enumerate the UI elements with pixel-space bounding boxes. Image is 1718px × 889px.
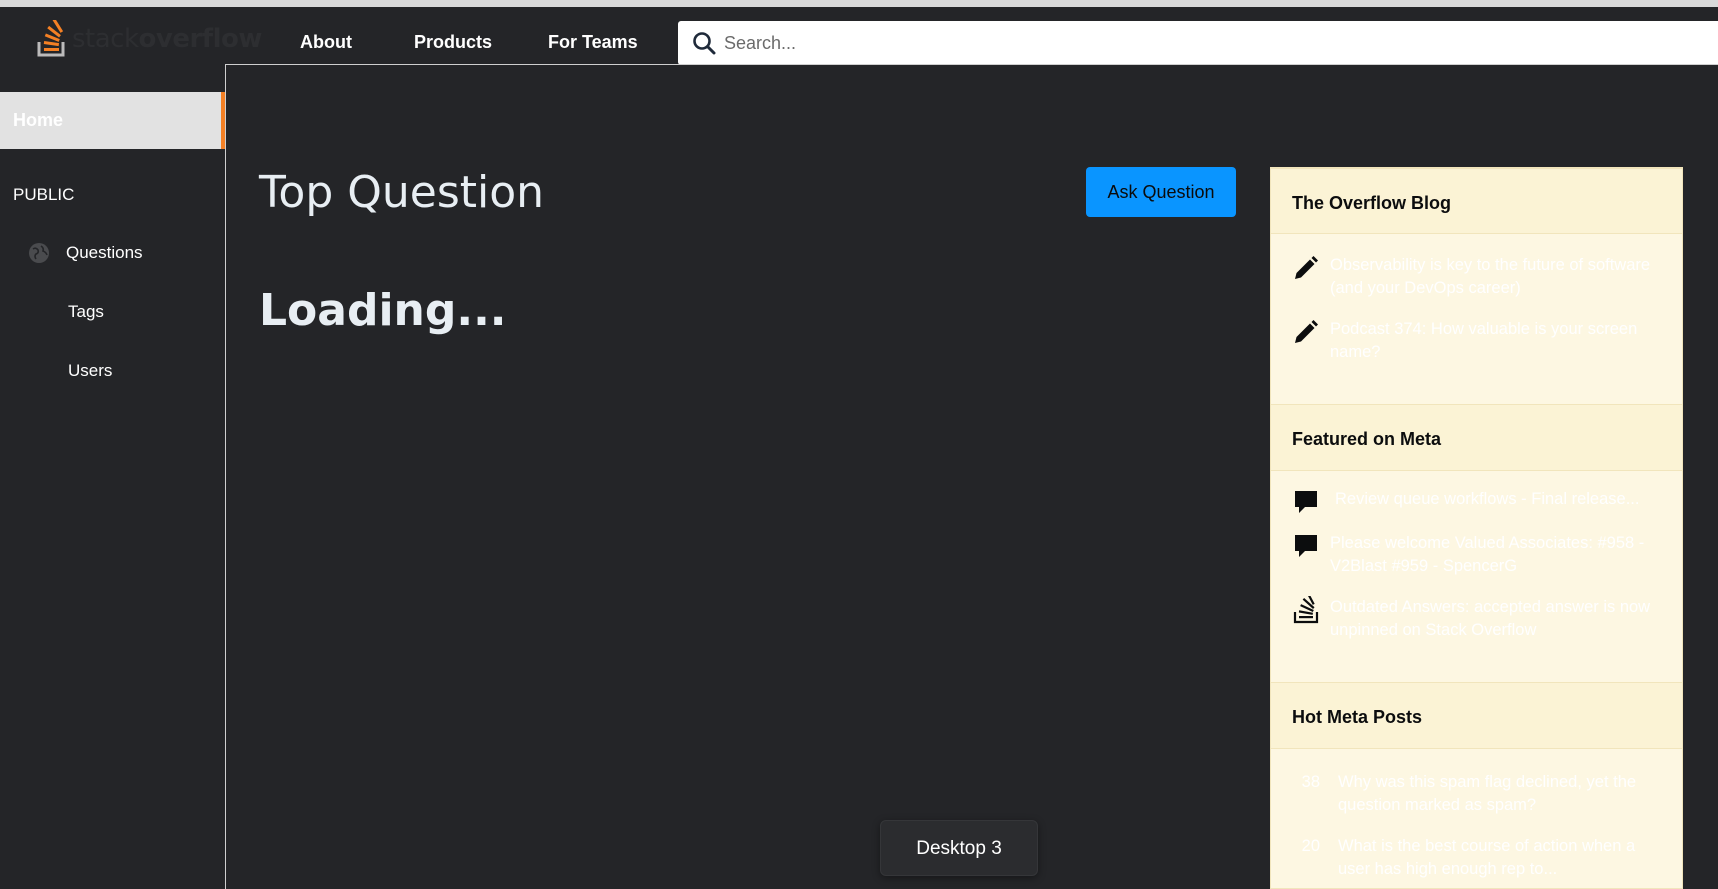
stackoverflow-logo[interactable]: stackoverflow xyxy=(36,19,262,59)
sidebar-item-label: Home xyxy=(13,110,64,130)
desktop-switch-toast: Desktop 3 xyxy=(880,820,1038,876)
stackoverflow-icon xyxy=(1293,596,1319,624)
blog-link[interactable]: Observability is key to the future of so… xyxy=(1330,254,1660,300)
featured-meta-header: Featured on Meta xyxy=(1271,404,1682,471)
meta-link[interactable]: Review queue workflows - Final release..… xyxy=(1335,488,1665,511)
meta-link[interactable]: Outdated Answers: accepted answer is now… xyxy=(1330,596,1660,642)
comment-icon xyxy=(1295,491,1317,513)
hot-meta-count: 38 xyxy=(1301,773,1320,791)
hot-meta-link[interactable]: What is the best course of action when a… xyxy=(1338,835,1668,881)
toast-label: Desktop 3 xyxy=(916,838,1002,859)
ask-question-button[interactable]: Ask Question xyxy=(1086,167,1236,217)
sidebar-widget: The Overflow Blog Observability is key t… xyxy=(1270,167,1683,889)
pencil-icon xyxy=(1295,320,1318,343)
stack-icon xyxy=(37,20,65,57)
hot-meta-posts-header: Hot Meta Posts xyxy=(1271,682,1682,749)
loading-text: Loading... xyxy=(259,285,507,336)
hot-meta-count: 20 xyxy=(1301,837,1320,855)
page-title: Top Question xyxy=(259,167,545,218)
blog-link[interactable]: Podcast 374: How valuable is your screen… xyxy=(1330,318,1660,364)
search-bar xyxy=(678,21,1718,65)
pencil-icon xyxy=(1295,256,1318,279)
browser-top-edge xyxy=(0,0,1718,7)
sidebar-section-public: PUBLIC xyxy=(13,185,75,204)
search-input[interactable] xyxy=(722,27,1626,59)
comment-icon xyxy=(1295,535,1317,557)
logo-text: stackoverflow xyxy=(72,24,262,54)
globe-icon xyxy=(29,243,49,263)
sidebar-item-questions[interactable]: Questions xyxy=(66,243,143,263)
nav-products[interactable]: Products xyxy=(414,32,492,53)
sidebar-item-home[interactable]: Home xyxy=(0,92,225,149)
hot-meta-link[interactable]: Why was this spam flag declined, yet the… xyxy=(1338,771,1668,817)
overflow-blog-header: The Overflow Blog xyxy=(1271,168,1682,234)
sidebar-item-tags[interactable]: Tags xyxy=(68,302,104,322)
nav-for-teams[interactable]: For Teams xyxy=(548,32,638,53)
sidebar-item-users[interactable]: Users xyxy=(68,361,112,381)
left-sidebar: Home PUBLIC Questions Tags Users xyxy=(0,63,225,889)
nav-about[interactable]: About xyxy=(300,32,352,53)
meta-link[interactable]: Please welcome Valued Associates: #958 -… xyxy=(1330,532,1660,578)
top-bar: stackoverflow About Products For Teams xyxy=(0,7,1718,65)
search-icon xyxy=(693,32,716,55)
